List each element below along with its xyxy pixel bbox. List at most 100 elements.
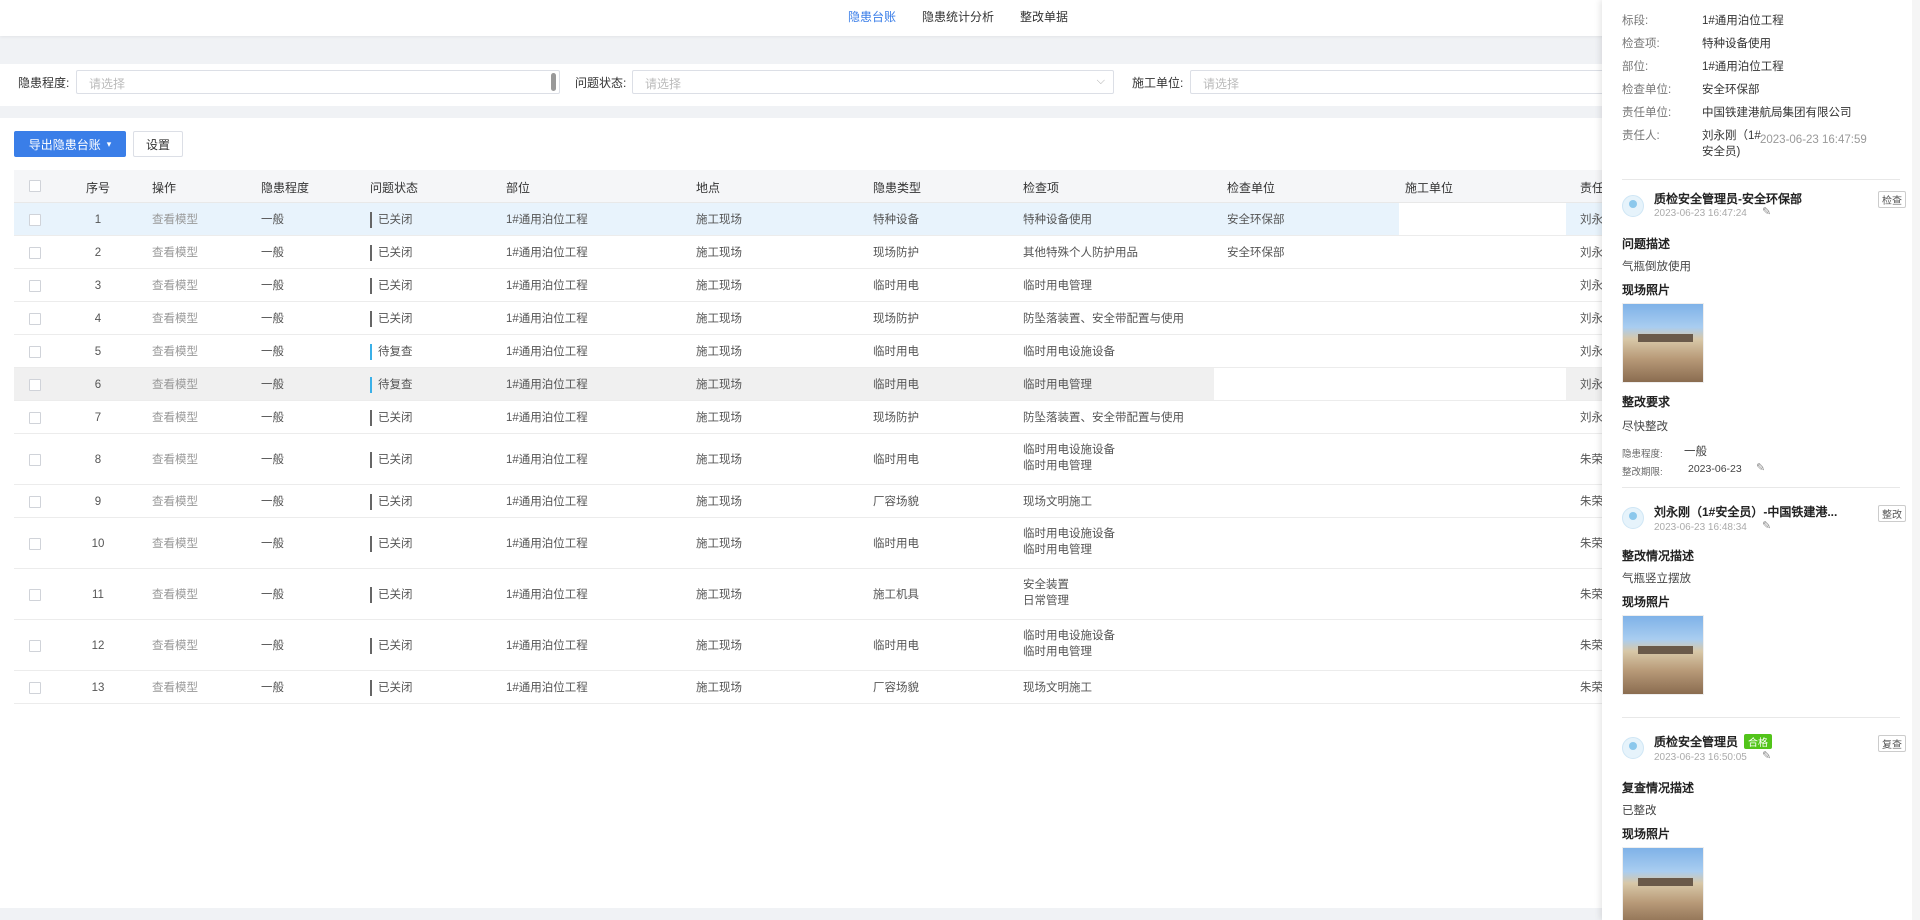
table-row[interactable]: 6 查看模型 一般 待复查 1#通用泊位工程 施工现场 临时用电 临时用电管理 刘永 [14,368,1604,401]
view-model-link[interactable]: 查看模型 [152,377,198,393]
view-model-link[interactable]: 查看模型 [152,212,198,228]
row-level: 一般 [261,378,284,391]
info-value-check-item: 特种设备使用 [1702,38,1771,50]
row-part: 1#通用泊位工程 [506,312,588,325]
row-place: 施工现场 [696,312,742,325]
table-header: 序号 操作 隐患程度 问题状态 部位 地点 隐患类型 检查项 检查单位 施工单位… [14,170,1604,203]
divider [1622,487,1900,488]
row-type: 临时用电 [873,345,919,358]
record1-deadline-value: 2023-06-23 [1688,463,1742,475]
select-all-checkbox[interactable] [29,180,41,192]
row-check-item-2: 临时用电管理 [1023,544,1092,556]
settings-button[interactable]: 设置 [133,131,183,157]
row-checkbox[interactable] [29,453,41,466]
site-photo[interactable] [1622,847,1704,920]
edit-icon[interactable]: ✎ [1762,519,1771,532]
status-filter-label: 问题状态: [575,76,627,90]
row-responsible: 刘永 [1580,279,1603,292]
record1-desc: 气瓶倒放使用 [1622,261,1691,273]
row-checkbox[interactable] [29,588,41,601]
table-row[interactable]: 9 查看模型 一般 已关闭 1#通用泊位工程 施工现场 厂容场貌 现场文明施工 朱荣 [14,485,1604,518]
view-model-link[interactable]: 查看模型 [152,494,198,510]
row-responsible: 朱荣 [1580,681,1603,694]
row-check-item: 防坠落装置、安全带配置与使用 [1023,411,1184,424]
edit-icon[interactable]: ✎ [1762,205,1771,218]
row-level: 一般 [261,246,284,259]
view-model-link[interactable]: 查看模型 [152,344,198,360]
panel-scrollbar[interactable] [1912,0,1920,920]
select-scrollbar[interactable] [551,73,556,91]
table-row[interactable]: 7 查看模型 一般 已关闭 1#通用泊位工程 施工现场 现场防护 防坠落装置、安全带配置与使用… [14,401,1604,434]
row-checkbox[interactable] [29,681,41,694]
row-checkbox[interactable] [29,213,41,226]
unit-filter-placeholder: 请选择 [1203,77,1240,91]
row-checkbox[interactable] [29,246,41,259]
view-model-link[interactable]: 查看模型 [152,278,198,294]
record3-photo-title: 现场照片 [1622,827,1671,841]
row-checkbox[interactable] [29,279,41,292]
export-ledger-button[interactable]: 导出隐患台账 ▾ [14,131,126,157]
site-photo[interactable] [1622,303,1704,383]
table-row[interactable]: 2 查看模型 一般 已关闭 1#通用泊位工程 施工现场 现场防护 其他特殊个人防护用品 安全环保… [14,236,1604,269]
row-checkbox[interactable] [29,411,41,424]
row-number: 7 [94,411,102,424]
table-row[interactable]: 12 查看模型 一般 已关闭 1#通用泊位工程 施工现场 临时用电 临时用电设施设备 临时用电管… [14,620,1604,671]
view-model-link[interactable]: 查看模型 [152,587,198,603]
status-filter-select[interactable]: 请选择 ⌵ [632,70,1114,94]
row-checkbox[interactable] [29,378,41,391]
record1-level-label: 隐患程度: [1622,449,1663,460]
row-part: 1#通用泊位工程 [506,681,588,694]
unit-filter-select[interactable]: 请选择 [1190,70,1610,94]
row-place: 施工现场 [696,213,742,226]
record1-tag: 检查 [1878,191,1906,208]
view-model-link[interactable]: 查看模型 [152,536,198,552]
header-check-item: 检查项 [1023,181,1060,195]
edit-icon[interactable]: ✎ [1756,461,1765,474]
tab-rectification-forms[interactable]: 整改单据 [1020,8,1068,29]
divider [1622,179,1900,180]
row-number: 5 [94,345,102,358]
detail-panel: 标段: 1#通用泊位工程 检查项: 特种设备使用 部位: 1#通用泊位工程 检查… [1602,0,1920,920]
table-row[interactable]: 4 查看模型 一般 已关闭 1#通用泊位工程 施工现场 现场防护 防坠落装置、安全带配置与使用… [14,302,1604,335]
edit-icon[interactable]: ✎ [1762,749,1771,762]
table-row[interactable]: 11 查看模型 一般 已关闭 1#通用泊位工程 施工现场 施工机具 安全装置 日常管理 朱荣 [14,569,1604,620]
status-badge: 已关闭 [370,211,413,228]
row-place: 施工现场 [696,453,742,466]
tab-hazard-ledger[interactable]: 隐患台账 [848,8,896,29]
row-place: 施工现场 [696,246,742,259]
table-row[interactable]: 13 查看模型 一般 已关闭 1#通用泊位工程 施工现场 厂容场貌 现场文明施工 朱荣 [14,671,1604,704]
row-check-item: 其他特殊个人防护用品 [1023,246,1138,259]
row-checkbox[interactable] [29,495,41,508]
table-row[interactable]: 5 查看模型 一般 待复查 1#通用泊位工程 施工现场 临时用电 临时用电设施设备 刘永 [14,335,1604,368]
record2-tag: 整改 [1878,505,1906,522]
table-row[interactable]: 3 查看模型 一般 已关闭 1#通用泊位工程 施工现场 临时用电 临时用电管理 刘永 [14,269,1604,302]
tab-hazard-statistics[interactable]: 隐患统计分析 [922,8,994,29]
row-checkbox[interactable] [29,537,41,550]
view-model-link[interactable]: 查看模型 [152,638,198,654]
row-checkbox[interactable] [29,312,41,325]
row-checkbox[interactable] [29,639,41,652]
status-badge: 已关闭 [370,679,413,696]
table-row[interactable]: 10 查看模型 一般 已关闭 1#通用泊位工程 施工现场 临时用电 临时用电设施设备 临时用电管… [14,518,1604,569]
view-model-link[interactable]: 查看模型 [152,680,198,696]
header-responsible: 责任 [1580,181,1605,195]
export-ledger-label: 导出隐患台账 [28,137,101,152]
status-badge: 已关闭 [370,277,413,294]
view-model-link[interactable]: 查看模型 [152,452,198,468]
view-model-link[interactable]: 查看模型 [152,311,198,327]
row-checkbox[interactable] [29,345,41,358]
record1-name: 质检安全管理员-安全环保部 [1654,192,1802,206]
site-photo[interactable] [1622,615,1704,695]
header-check-unit: 检查单位 [1227,181,1276,195]
view-model-link[interactable]: 查看模型 [152,245,198,261]
view-model-link[interactable]: 查看模型 [152,410,198,426]
table-row[interactable]: 1 查看模型 一般 已关闭 1#通用泊位工程 施工现场 特种设备 特种设备使用 安全环保部 刘永 [14,203,1604,236]
level-filter-select[interactable]: 请选择 [76,70,560,94]
table-row[interactable]: 8 查看模型 一般 已关闭 1#通用泊位工程 施工现场 临时用电 临时用电设施设备 临时用电管理… [14,434,1604,485]
row-number: 9 [94,495,102,508]
row-level: 一般 [261,312,284,325]
info-label-resp-person: 责任人: [1622,130,1660,142]
record2-desc-title: 整改情况描述 [1622,549,1695,563]
info-label-section: 标段: [1622,15,1649,27]
row-responsible: 刘永 [1580,213,1603,226]
